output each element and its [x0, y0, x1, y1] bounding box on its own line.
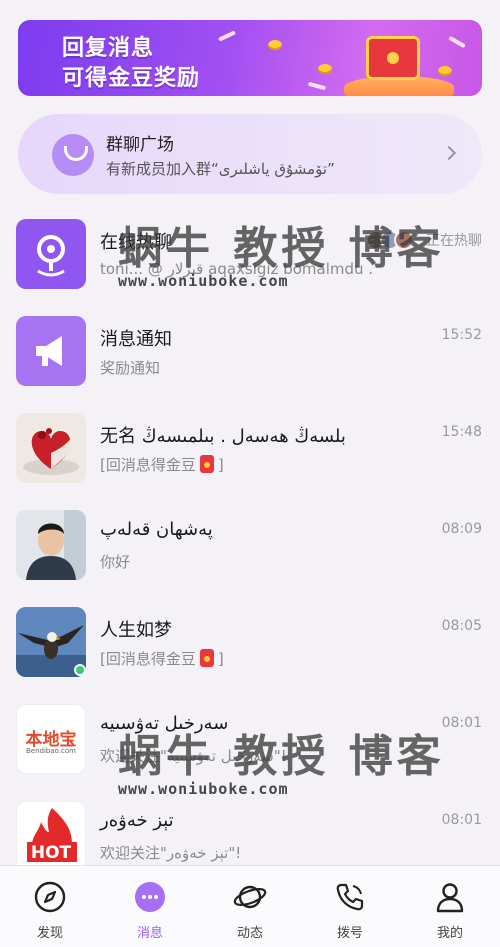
coin-decoration [318, 64, 332, 74]
red-envelope-icon [366, 36, 420, 80]
logo-subtext: Bendibao.com [25, 747, 76, 755]
group-chat-plaza-card[interactable]: 群聊广场 有新成员加入群“تۆمشۇق ياشلىرى” [18, 114, 482, 194]
bendibao-logo-avatar: 本地宝 Bendibao.com [16, 704, 86, 774]
message-bubble-icon [135, 882, 165, 912]
conversation-row[interactable]: 本地宝 Bendibao.com سەرخىل تەۋسىيە 欢迎关注"سەر… [0, 693, 500, 790]
conversation-preview: 你好 [100, 553, 131, 571]
megaphone-icon [16, 316, 86, 386]
conversation-time: 08:01 [441, 812, 482, 828]
conversation-row-hot-chat[interactable]: 在线热聊 toni... @ قىزلار aqaxsigiz bomalmdu… [0, 208, 500, 305]
conversation-time: 15:52 [441, 327, 482, 343]
conversation-row-notifications[interactable]: 消息通知 奖励通知 15:52 [0, 305, 500, 402]
conversation-row[interactable]: پەشھان قەلەپ 你好 08:09 [0, 499, 500, 596]
conversation-title: 人生如梦 [100, 620, 172, 641]
planet-icon [233, 885, 267, 909]
red-envelope-icon [199, 649, 214, 667]
conversation-preview: 欢迎关注"سەرخىل تەۋسىيە"! [100, 747, 287, 765]
conversation-preview: [回消息得金豆] [100, 455, 224, 474]
nav-label: 发现 [36, 926, 63, 941]
active-users-avatars [366, 230, 414, 250]
conversation-time: 08:09 [441, 521, 482, 537]
conversation-time: 15:48 [441, 424, 482, 440]
banner-title-line2: 可得金豆奖励 [62, 66, 201, 91]
coin-decoration [438, 66, 452, 76]
chevron-right-icon [441, 145, 457, 161]
conversation-list: 在线热聊 toni... @ قىزلار aqaxsigiz bomalmdu… [0, 208, 500, 887]
conversation-preview: 奖励通知 [100, 359, 161, 377]
nav-label: 拨号 [336, 926, 363, 941]
nav-messages[interactable]: 消息 [100, 866, 200, 947]
online-status-indicator [74, 664, 86, 676]
nav-discover[interactable]: 发现 [0, 866, 100, 947]
conversation-title: 消息通知 [100, 329, 172, 350]
conversation-preview: toni... @ قىزلار aqaxsigiz bomalmdu . [100, 260, 374, 278]
hot-fire-avatar: HOT [16, 801, 86, 871]
bottom-navigation: 发现 消息 动态 拨号 我的 [0, 865, 500, 947]
conversation-time: 08:05 [441, 618, 482, 634]
conversation-title: پەشھان قەلەپ [100, 519, 213, 540]
confetti-decoration [217, 30, 237, 42]
confetti-decoration [448, 35, 466, 49]
hot-chat-status: 正在热聊 [426, 233, 482, 249]
heart-cake-avatar [16, 413, 86, 483]
red-envelope-icon [199, 455, 214, 473]
conversation-time: 08:01 [441, 715, 482, 731]
conversation-title: سەرخىل تەۋسىيە [100, 713, 229, 734]
location-pin-icon [16, 219, 86, 289]
plaza-title: 群聊广场 [106, 135, 174, 155]
nav-label: 消息 [136, 926, 163, 941]
man-portrait-avatar [16, 510, 86, 580]
confetti-decoration [307, 81, 327, 91]
logo-text: HOT [30, 843, 72, 863]
nav-label: 我的 [436, 926, 463, 941]
nav-profile[interactable]: 我的 [400, 866, 500, 947]
smile-chat-icon [52, 134, 94, 176]
reward-banner[interactable]: 回复消息 可得金豆奖励 [18, 20, 482, 96]
phone-icon [336, 883, 364, 911]
conversation-row[interactable]: 人生如梦 [回消息得金豆] 08:05 [0, 596, 500, 693]
conversation-preview: 欢迎关注"تېز خەۋەر"! [100, 844, 242, 862]
banner-title-line1: 回复消息 [62, 36, 155, 61]
nav-moments[interactable]: 动态 [200, 866, 300, 947]
conversation-title: 无名 بلسەڭ ھەسەل . بىلمىسەڭ [100, 426, 346, 447]
nav-dial[interactable]: 拨号 [300, 866, 400, 947]
compass-icon [34, 881, 66, 913]
nav-label: 动态 [236, 926, 263, 941]
conversation-row[interactable]: 无名 بلسەڭ ھەسەل . بىلمىسەڭ [回消息得金豆] 15:48 [0, 402, 500, 499]
conversation-title: تېز خەۋەر [100, 810, 174, 831]
conversation-title: 在线热聊 [100, 232, 172, 253]
coin-decoration [268, 40, 282, 50]
plaza-subtitle: 有新成员加入群“تۆمشۇق ياشلىرى” [106, 160, 335, 178]
person-icon [436, 883, 464, 913]
conversation-preview: [回消息得金豆] [100, 649, 224, 668]
